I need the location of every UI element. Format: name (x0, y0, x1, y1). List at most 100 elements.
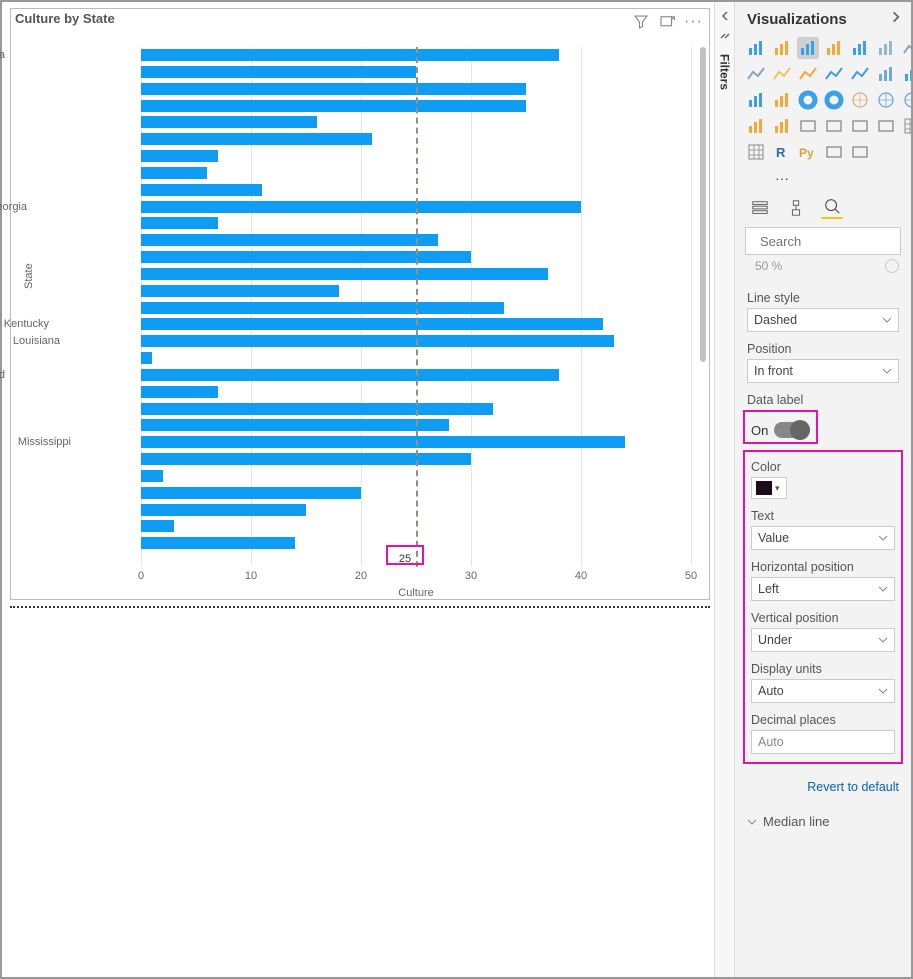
color-picker[interactable]: ▾ (751, 477, 787, 499)
decimal-input[interactable]: Auto (751, 730, 895, 754)
viz-type-ribbon[interactable] (875, 63, 897, 85)
bar[interactable] (141, 184, 262, 196)
viz-type-line-stacked[interactable] (849, 63, 871, 85)
bar[interactable] (141, 66, 416, 78)
viz-type-slicer[interactable] (875, 115, 897, 137)
category-label: Georgia (0, 201, 27, 213)
chevron-down-icon (747, 817, 757, 827)
bar[interactable] (141, 504, 306, 516)
viz-more-icon[interactable]: ··· (771, 167, 793, 189)
median-line-section[interactable]: Median line (747, 814, 899, 829)
viz-type-stacked-bar-h[interactable] (797, 37, 819, 59)
report-canvas[interactable]: Culture by State ··· State Culture 01020… (2, 2, 714, 977)
revert-to-default[interactable]: Revert to default (747, 780, 899, 794)
bar[interactable] (141, 318, 603, 330)
viz-type-key-influencers[interactable] (823, 141, 845, 163)
viz-type-filled-map[interactable] (901, 89, 911, 111)
viz-type-line[interactable] (901, 37, 911, 59)
bar[interactable] (141, 302, 504, 314)
chevron-right-icon[interactable] (889, 10, 903, 29)
viz-type-scatter[interactable] (771, 89, 793, 111)
bar[interactable] (141, 403, 493, 415)
viz-type-r-visual[interactable]: R (771, 141, 793, 163)
viz-type-clustered-bar[interactable] (771, 37, 793, 59)
viz-type-matrix[interactable] (745, 141, 767, 163)
search-input[interactable] (745, 227, 901, 255)
viz-type-stacked-bar[interactable] (745, 37, 767, 59)
line-style-select[interactable]: Dashed (747, 308, 899, 332)
bar[interactable] (141, 537, 295, 549)
bar[interactable] (141, 133, 372, 145)
viz-type-card[interactable] (797, 115, 819, 137)
viz-type-clustered-bar-h[interactable] (823, 37, 845, 59)
chart-scrollbar[interactable] (700, 47, 706, 362)
viz-type-line-clustered[interactable] (823, 63, 845, 85)
chart-visual[interactable]: Culture by State ··· State Culture 01020… (10, 8, 710, 600)
text-select[interactable]: Value (751, 526, 895, 550)
bar[interactable] (141, 116, 317, 128)
fields-tab[interactable] (749, 197, 771, 219)
bar[interactable] (141, 487, 361, 499)
bar[interactable] (141, 436, 625, 448)
display-units-select[interactable]: Auto (751, 679, 895, 703)
focus-mode-icon[interactable] (658, 13, 676, 36)
viz-type-treemap[interactable] (849, 89, 871, 111)
viz-type-stacked-100[interactable] (849, 37, 871, 59)
bar[interactable] (141, 83, 526, 95)
bar[interactable] (141, 369, 559, 381)
viz-type-funnel[interactable] (745, 89, 767, 111)
reset-icon[interactable] (885, 259, 899, 273)
search-field[interactable] (758, 233, 911, 250)
viz-type-stacked-100-h[interactable] (875, 37, 897, 59)
vpos-select[interactable]: Under (751, 628, 895, 652)
bar[interactable] (141, 470, 163, 482)
bar[interactable] (141, 386, 218, 398)
pane-title: Visualizations (747, 11, 847, 28)
bar[interactable] (141, 453, 471, 465)
bar[interactable] (141, 100, 526, 112)
viz-type-stacked-area[interactable] (797, 63, 819, 85)
bar-row: Colorado (141, 133, 372, 145)
viz-type-waterfall[interactable] (901, 63, 911, 85)
bar[interactable] (141, 520, 174, 532)
viz-type-area[interactable] (771, 63, 793, 85)
decimal-label: Decimal places (751, 713, 895, 727)
viz-type-table[interactable] (901, 115, 911, 137)
viz-type-line[interactable] (745, 63, 767, 85)
viz-type-map[interactable] (875, 89, 897, 111)
bar[interactable] (141, 49, 559, 61)
bar[interactable] (141, 167, 207, 179)
position-select[interactable]: In front (747, 359, 899, 383)
bar-row: Iowa (141, 285, 339, 297)
data-label-toggle[interactable] (774, 422, 810, 438)
viz-type-multi-row-card[interactable] (823, 115, 845, 137)
viz-type-gauge[interactable] (745, 115, 767, 137)
bar[interactable] (141, 352, 152, 364)
bar[interactable] (141, 201, 581, 213)
viz-type-donut[interactable] (823, 89, 845, 111)
bar[interactable] (141, 335, 614, 347)
viz-type-py-visual[interactable]: Py (797, 141, 819, 163)
hpos-select[interactable]: Left (751, 577, 895, 601)
bar[interactable] (141, 285, 339, 297)
viz-type-pie[interactable] (797, 89, 819, 111)
bar[interactable] (141, 251, 471, 263)
filters-pane-collapsed[interactable]: Filters (714, 2, 734, 977)
chevron-left-icon[interactable] (719, 10, 731, 22)
viz-type-gauge[interactable] (771, 115, 793, 137)
expand-icon[interactable] (719, 30, 731, 42)
gridline (581, 47, 582, 566)
format-tab[interactable] (785, 197, 807, 219)
analytics-tab[interactable] (821, 197, 843, 219)
bar[interactable] (141, 234, 438, 246)
bar[interactable] (141, 150, 218, 162)
bar[interactable] (141, 217, 218, 229)
chevron-down-icon: ▾ (775, 483, 780, 494)
viz-type-kpi[interactable] (849, 115, 871, 137)
filter-icon[interactable] (632, 13, 650, 36)
bar[interactable] (141, 419, 449, 431)
more-options-icon[interactable]: ··· (684, 13, 703, 36)
viz-type-decomposition[interactable] (849, 141, 871, 163)
bar[interactable] (141, 268, 548, 280)
hpos-label: Horizontal position (751, 560, 895, 574)
